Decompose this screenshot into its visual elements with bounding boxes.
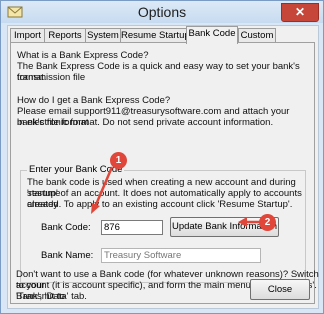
- bank-code-label: Bank Code:: [41, 222, 91, 233]
- answer-what-line2: format.: [17, 72, 47, 83]
- tab-resume-startup[interactable]: Resume Startup: [120, 28, 190, 43]
- tab-system[interactable]: System: [85, 28, 121, 43]
- bank-code-panel: What is a Bank Express Code? The Bank Ex…: [10, 42, 315, 304]
- tab-import[interactable]: Import: [10, 28, 45, 43]
- tab-custom[interactable]: Custom: [238, 28, 276, 43]
- group-desc-line3: created. To apply to an existing account…: [27, 199, 293, 210]
- close-button[interactable]: Close: [250, 279, 310, 300]
- answer-what-line1: The Bank Express Code is a quick and eas…: [17, 61, 300, 83]
- title-bar: Options ✕: [1, 1, 323, 23]
- bank-name-label: Bank Name:: [41, 250, 94, 261]
- window-title: Options: [137, 4, 187, 20]
- answer-how-line2: in electronic format. Do not send privat…: [17, 117, 274, 128]
- footer-note-line3: Bank', 'Data' tab.: [16, 291, 87, 302]
- callout-badge-1: 1: [110, 152, 127, 169]
- question-what: What is a Bank Express Code?: [17, 50, 149, 61]
- bank-name-field: Treasury Software: [101, 248, 261, 263]
- tab-bank-code[interactable]: Bank Code: [186, 26, 238, 44]
- question-how: How do I get a Bank Express Code?: [17, 95, 171, 106]
- callout-badge-2: 2: [259, 214, 276, 231]
- dialog-client: Import Reports System Resume Startup Ban…: [7, 25, 319, 309]
- bank-code-input[interactable]: 876: [101, 220, 163, 235]
- tab-reports[interactable]: Reports: [44, 28, 86, 43]
- group-title: Enter your Bank Code: [27, 164, 125, 175]
- options-window: Options ✕ Import Reports System Resume S…: [0, 0, 324, 314]
- close-icon[interactable]: ✕: [281, 3, 319, 22]
